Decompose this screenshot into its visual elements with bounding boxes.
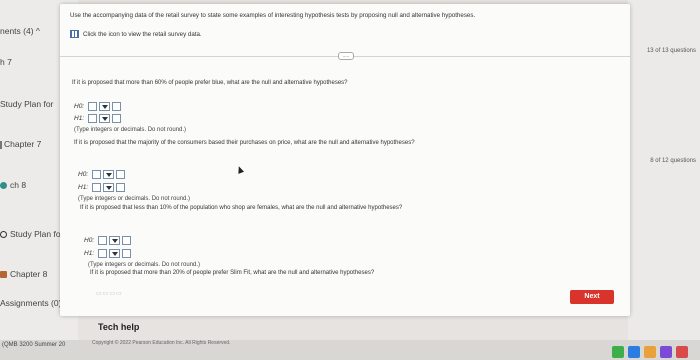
sidebar-item-ch8[interactable]: ch 8 [0, 180, 26, 190]
h1-label: H1: [78, 184, 89, 191]
question-1-prompt: If it is proposed that more than 60% of … [72, 80, 348, 86]
h1-param-input[interactable] [88, 114, 97, 123]
sidebar-item-chapter8[interactable]: Chapter 8 [0, 269, 47, 279]
copyright-text: Copyright © 2022 Pearson Education Inc. … [92, 340, 231, 346]
right-strip: 13 of 13 questions 8 of 12 questions [628, 0, 700, 360]
question-4-prompt: If it is proposed that more than 20% of … [90, 270, 375, 276]
h1-value-input[interactable] [116, 183, 125, 192]
h1-operator-select[interactable] [103, 183, 114, 192]
h1-param-input[interactable] [98, 249, 107, 258]
chevron-up-icon[interactable]: ^ [36, 26, 40, 36]
h0-label: H0: [84, 237, 95, 244]
h0-operator-select[interactable] [99, 102, 110, 111]
question-1-note: (Type integers or decimals. Do not round… [74, 127, 187, 133]
h0-param-input[interactable] [88, 102, 97, 111]
question-3-prompt: If it is proposed that less than 10% of … [80, 205, 403, 211]
h0-param-input[interactable] [92, 170, 101, 179]
question-3-h0-row: H0: [84, 236, 131, 245]
question-2-h0-row: H0: [78, 170, 125, 179]
sidebar-item-chapter7[interactable]: Chapter 7 [0, 139, 41, 149]
app-icon-purple[interactable] [660, 346, 672, 358]
question-1-h1-row: H1: [74, 114, 121, 123]
app-icon-red[interactable] [676, 346, 688, 358]
question-2-note: (Type integers or decimals. Do not round… [78, 196, 191, 202]
app-icon-green[interactable] [612, 346, 624, 358]
h0-label: H0: [78, 171, 89, 178]
question-panel: Use the accompanying data of the retail … [60, 4, 630, 316]
h0-operator-select[interactable] [103, 170, 114, 179]
h0-label: H0: [74, 103, 85, 110]
ring-icon [0, 231, 7, 239]
instruction-text: Use the accompanying data of the retail … [70, 12, 476, 19]
sidebar-item-study-plan-1[interactable]: Study Plan for [0, 99, 53, 109]
h1-operator-select[interactable] [99, 114, 110, 123]
h0-operator-select[interactable] [109, 236, 120, 245]
h0-value-input[interactable] [116, 170, 125, 179]
question-2-prompt: If it is proposed that the majority of t… [74, 140, 415, 146]
h1-value-input[interactable] [122, 249, 131, 258]
sidebar-item-ch7[interactable]: h 7 [0, 57, 12, 67]
sidebar-item-study-plan-2[interactable]: Study Plan for [0, 229, 63, 239]
teal-dot-icon [0, 182, 7, 190]
question-3-h1-row: H1: [84, 249, 131, 258]
view-data-link[interactable]: Click the icon to view the retail survey… [70, 30, 202, 38]
folder-icon [0, 271, 7, 279]
folder-icon [0, 140, 2, 149]
table-icon[interactable] [70, 30, 79, 38]
view-data-label: Click the icon to view the retail survey… [83, 30, 202, 38]
question-1-h0-row: H0: [74, 102, 121, 111]
h1-operator-select[interactable] [109, 249, 120, 258]
question-4-answer-placeholder: ▭▭▭▭ [96, 291, 123, 297]
sidebar-item-assignments[interactable]: Assignments (0) [0, 298, 61, 308]
question-count-top: 13 of 13 questions [646, 48, 696, 54]
course-name: (QMB 3200 Summer 20 [2, 342, 66, 348]
app-icon-blue[interactable] [628, 346, 640, 358]
h0-value-input[interactable] [122, 236, 131, 245]
h1-value-input[interactable] [112, 114, 121, 123]
question-count-mid: 8 of 12 questions [650, 158, 696, 164]
h1-label: H1: [74, 115, 85, 122]
sidebar-item-components[interactable]: nents (4) ^ [0, 26, 40, 36]
tech-help-link[interactable]: Tech help [98, 322, 139, 332]
next-button[interactable]: Next [570, 290, 614, 304]
app-icon-orange[interactable] [644, 346, 656, 358]
h0-param-input[interactable] [98, 236, 107, 245]
question-3-note: (Type integers or decimals. Do not round… [88, 262, 201, 268]
collapse-button[interactable]: ..... [338, 52, 354, 60]
h1-param-input[interactable] [92, 183, 101, 192]
h1-label: H1: [84, 250, 95, 257]
h0-value-input[interactable] [112, 102, 121, 111]
question-2-h1-row: H1: [78, 183, 125, 192]
